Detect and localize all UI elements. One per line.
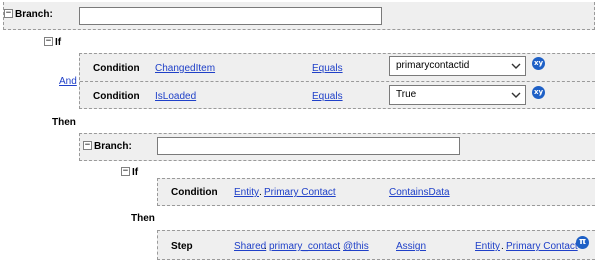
path-separator: . <box>264 241 267 252</box>
step-action-link[interactable]: Assign <box>396 241 426 252</box>
path-separator: . <box>259 187 262 198</box>
formula-pi-icon[interactable]: π <box>576 236 589 249</box>
collapse-toggle-inner-branch[interactable]: − <box>83 141 92 150</box>
chevron-down-icon <box>511 63 521 69</box>
path-separator: . <box>501 241 504 252</box>
inner-then-label: Then <box>131 213 155 224</box>
condition-field-link[interactable]: ChangedItem <box>155 63 215 74</box>
collapse-toggle-root-branch[interactable]: − <box>4 9 13 18</box>
root-branch-label: Branch: <box>15 9 53 20</box>
step-target-entity-link[interactable]: Entity <box>475 241 500 252</box>
inner-branch-input[interactable] <box>157 137 460 155</box>
condition-label: Condition <box>93 91 140 102</box>
condition-value-text: primarycontactid <box>396 60 470 71</box>
step-target-field-link[interactable]: Primary Contact <box>506 241 578 252</box>
root-branch-input[interactable] <box>79 7 382 25</box>
condition-label: Condition <box>171 187 218 198</box>
condition-operator-link[interactable]: ContainsData <box>389 187 450 198</box>
chevron-down-icon <box>511 92 521 98</box>
collapse-toggle-inner-if[interactable]: − <box>121 167 130 176</box>
then-label: Then <box>52 117 76 128</box>
condition-field-link[interactable]: Primary Contact <box>264 187 336 198</box>
if-label: If <box>55 37 62 48</box>
variable-xy-icon[interactable]: xy <box>532 86 545 99</box>
collapse-toggle-if[interactable]: − <box>44 37 53 46</box>
condition-value-select[interactable]: True <box>389 85 526 105</box>
condition-value-select[interactable]: primarycontactid <box>389 56 526 76</box>
condition-operator-link[interactable]: Equals <box>312 91 343 102</box>
condition-divider <box>80 81 595 82</box>
and-operator-link[interactable]: And <box>59 76 77 87</box>
variable-xy-icon[interactable]: xy <box>532 57 545 70</box>
condition-field-link[interactable]: IsLoaded <box>155 91 196 102</box>
step-label: Step <box>171 241 193 252</box>
inner-if-label: If <box>132 167 139 178</box>
step-scope-link[interactable]: Shared <box>234 241 266 252</box>
inner-branch-label: Branch: <box>94 141 132 152</box>
step-variable-link[interactable]: primary_contact <box>269 241 340 252</box>
condition-label: Condition <box>93 63 140 74</box>
inner-condition-row <box>157 178 595 206</box>
path-separator: . <box>338 241 341 252</box>
step-member-link[interactable]: @this <box>343 241 369 252</box>
condition-value-text: True <box>396 89 417 100</box>
condition-entity-link[interactable]: Entity <box>234 187 259 198</box>
condition-operator-link[interactable]: Equals <box>312 63 343 74</box>
